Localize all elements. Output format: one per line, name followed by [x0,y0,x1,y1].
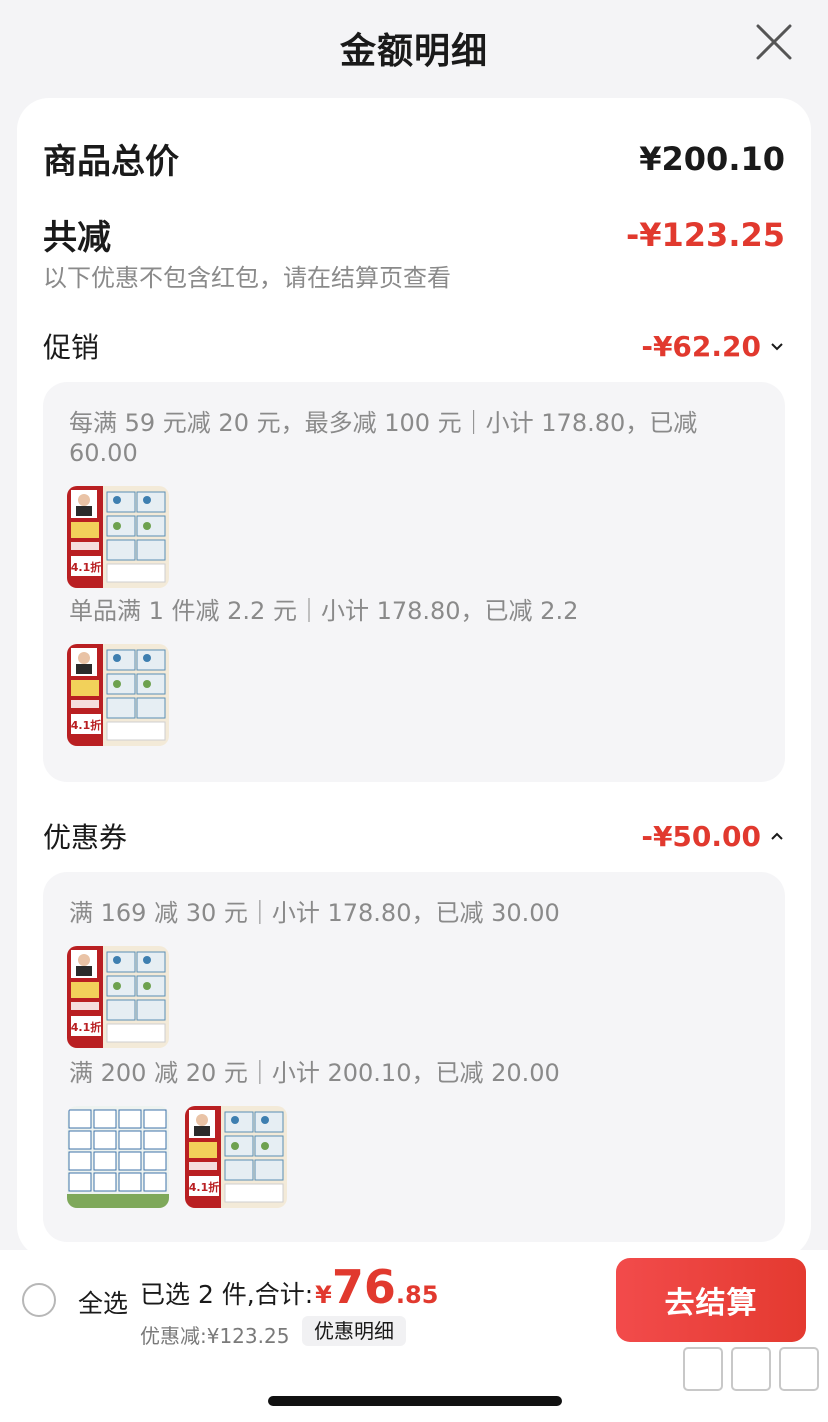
home-indicator [268,1396,562,1406]
promotion-header[interactable]: 促销 -¥62.20 [43,326,785,366]
promotion-amount-toggle[interactable]: -¥62.20 [641,330,785,363]
select-all-label[interactable]: 全选 [78,1284,128,1320]
product-thumbnail[interactable] [67,644,169,746]
coupon-detail-box: 满 169 减 30 元｜小计 178.80，已减 30.00 满 200 减 … [43,872,785,1242]
total-price-row: 商品总价 ¥200.10 [43,134,785,183]
coupon-rule-1: 满 169 减 30 元｜小计 178.80，已减 30.00 [69,899,560,927]
coupon-amount-toggle[interactable]: -¥50.00 [641,820,785,853]
close-icon[interactable] [752,20,796,64]
total-price-label: 商品总价 [43,142,179,182]
site-watermark-logo [681,1345,821,1393]
modal-header: 金额明细 [0,0,828,96]
total-reduce-value: -¥123.25 [625,215,785,254]
total-price-value: ¥200.10 [639,139,785,178]
checkout-button[interactable]: 去结算 [616,1258,806,1342]
coupon-title: 优惠券 [43,821,128,854]
price-integer: 76 [331,1260,396,1314]
exclusion-note: 以下优惠不包含红包，请在结算页查看 [43,264,451,292]
product-thumbnail[interactable] [67,486,169,588]
price-currency: ¥ [315,1281,332,1309]
promotion-rule-1: 每满 59 元减 20 元，最多减 100 元｜小计 178.80，已减 60.… [69,409,698,467]
product-thumbnail[interactable] [185,1106,287,1208]
total-reduce-row: 共减 -¥123.25 [43,210,785,259]
product-thumbnail[interactable] [67,1106,169,1208]
promotion-title: 促销 [43,331,100,364]
amount-detail-card: 商品总价 ¥200.10 共减 -¥123.25 以下优惠不包含红包，请在结算页… [17,98,811,1258]
promotion-rule-2: 单品满 1 件减 2.2 元｜小计 178.80，已减 2.2 [69,597,579,625]
selected-count-text: 已选 2 件,合计: [140,1280,314,1309]
chevron-down-icon [771,343,783,351]
total-summary: 已选 2 件,合计: ¥ 76 .85 [140,1264,438,1311]
price-decimal: .85 [395,1281,439,1309]
coupon-rule-2: 满 200 减 20 元｜小计 200.10，已减 20.00 [69,1059,560,1087]
select-all-radio[interactable] [22,1283,56,1317]
discount-text: 优惠减:¥123.25 [140,1324,290,1348]
total-reduce-label: 共减 [43,218,111,258]
page-title: 金额明细 [339,31,488,72]
coupon-amount: -¥50.00 [641,819,761,853]
promotion-amount: -¥62.20 [641,329,761,363]
promotion-detail-box: 每满 59 元减 20 元，最多减 100 元｜小计 178.80，已减 60.… [43,382,785,782]
discount-detail-button[interactable]: 优惠明细 [302,1316,406,1346]
product-thumbnail[interactable] [67,946,169,1048]
chevron-up-icon [771,832,783,840]
coupon-header[interactable]: 优惠券 -¥50.00 [43,816,785,856]
checkout-bar: 全选 已选 2 件,合计: ¥ 76 .85 优惠减:¥123.25 优惠明细 … [0,1250,828,1350]
